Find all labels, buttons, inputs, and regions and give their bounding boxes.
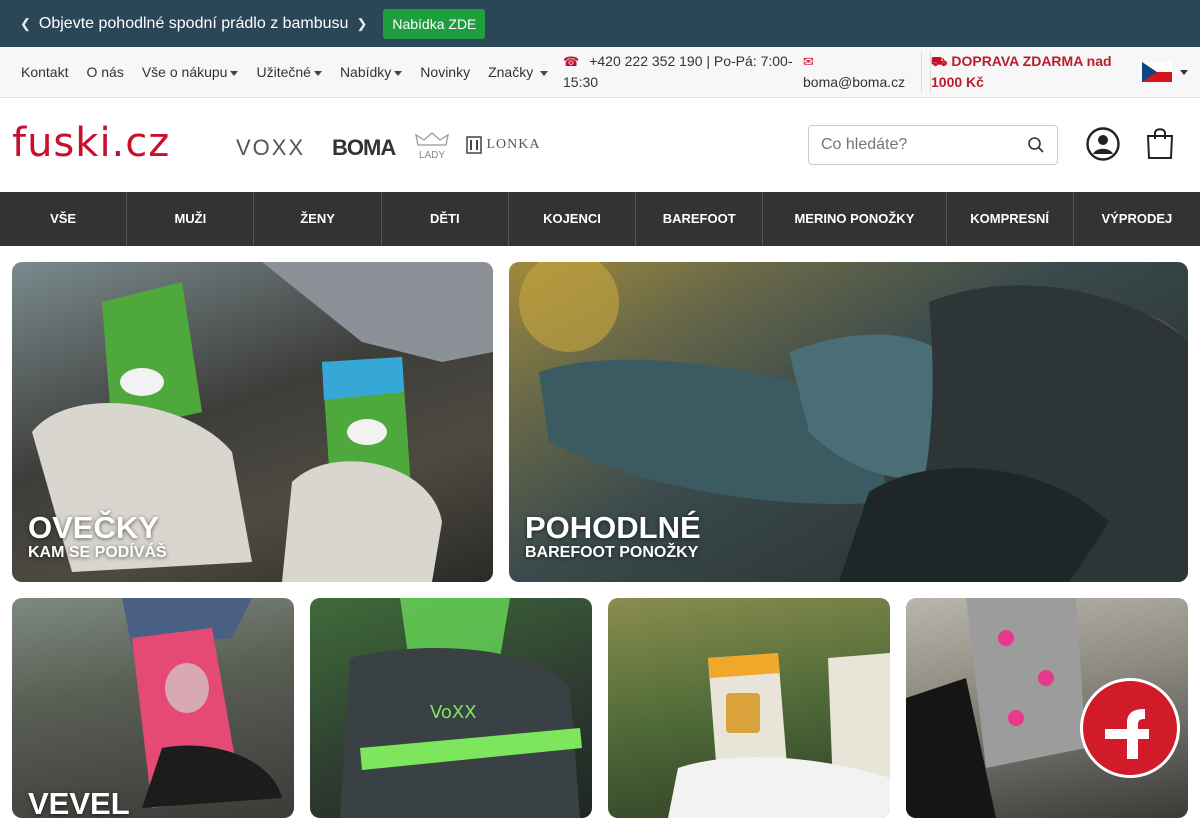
shipping-text: DOPRAVA ZDARMA nad 1000 Kč [931, 53, 1112, 90]
banner-pohodlne-caption: POHODLNÉ BAREFOOT PONOŽKY [525, 512, 701, 562]
nav-nabidky[interactable]: Nabídky [339, 64, 403, 80]
secondary-nav: Kontakt O nás Vše o nákupu Užitečné Nabí… [0, 47, 1200, 98]
announcement-text[interactable]: Objevte pohodlné spodní prádlo z bambusu [39, 15, 349, 33]
category-deti[interactable]: DĚTI [382, 192, 509, 246]
category-muzi[interactable]: MUŽI [127, 192, 255, 246]
banner-small-3[interactable] [608, 598, 890, 818]
email-contact[interactable]: ✉ boma@boma.cz [803, 51, 915, 93]
nav-znacky-label: Značky [488, 64, 534, 80]
search-box [808, 125, 1058, 165]
site-header: fuski.cz VOXX BOMA LADY LONKA [0, 98, 1200, 192]
caret-down-icon [313, 70, 322, 76]
category-vse[interactable]: VŠE [0, 192, 128, 246]
nav-znacky[interactable]: Značky [488, 64, 549, 80]
brand-lady[interactable]: LADY [414, 131, 450, 161]
banner-ovecky-caption: OVEČKY KAM SE PODÍVÁŠ [28, 512, 167, 562]
banner-title: OVEČKY [28, 510, 159, 545]
truck-icon: ⛟ [931, 54, 948, 69]
f-logo-icon [1105, 709, 1149, 759]
category-merino[interactable]: MERINO PONOŽKY [763, 192, 947, 246]
envelope-icon: ✉ [803, 54, 814, 69]
banner-ovecky[interactable]: OVEČKY KAM SE PODÍVÁŠ [12, 262, 493, 582]
crown-icon [415, 132, 449, 146]
banner-small-1-image [122, 598, 282, 808]
caret-down-icon [394, 70, 403, 76]
banner-pohodlne[interactable]: POHODLNÉ BAREFOOT PONOŽKY [509, 262, 1188, 582]
lonka-mark-icon [466, 136, 482, 154]
divider [921, 51, 922, 93]
banner-title: POHODLNÉ [525, 510, 701, 545]
brand-lonka[interactable]: LONKA [466, 136, 541, 154]
banner-small-3-image [668, 653, 890, 818]
brand-voxx[interactable]: VOXX [236, 135, 305, 161]
language-caret-icon[interactable] [1180, 70, 1188, 75]
announcement-bar: ❮ Objevte pohodlné spodní prádlo z bambu… [0, 0, 1200, 47]
phone-text: +420 222 352 190 | Po-Pá: 7:00-15:30 [563, 53, 793, 90]
banner-small-1[interactable]: VEVEL [12, 598, 294, 818]
category-kompresni[interactable]: KOMPRESNÍ [947, 192, 1074, 246]
user-account-icon[interactable] [1086, 127, 1120, 161]
nav-vse-o-nakupu[interactable]: Vše o nákupu [142, 64, 239, 80]
category-vyprodej[interactable]: VÝPRODEJ [1074, 192, 1200, 246]
email-text: boma@boma.cz [803, 74, 906, 90]
nav-vse-o-nakupu-label: Vše o nákupu [141, 64, 228, 80]
chevron-left-icon[interactable]: ❮ [20, 16, 31, 32]
nav-novinky[interactable]: Novinky [420, 64, 470, 80]
voxx-print: VoXX [430, 702, 477, 723]
caret-down-icon [230, 70, 239, 76]
nav-nabidky-label: Nabídky [339, 64, 392, 80]
chevron-right-icon[interactable]: ❯ [356, 16, 367, 32]
free-shipping-notice: ⛟ DOPRAVA ZDARMA nad 1000 Kč [930, 51, 1115, 93]
brand-lady-label: LADY [418, 150, 446, 161]
nav-kontakt[interactable]: Kontakt [21, 64, 68, 80]
nav-uzitecne[interactable]: Užitečné [256, 64, 322, 80]
banner-small-2-image: VoXX [340, 598, 582, 818]
banner-title: VEVEL [28, 786, 130, 818]
chat-widget-button[interactable] [1080, 678, 1180, 778]
banner-small-2[interactable]: VoXX [310, 598, 592, 818]
shopping-bag-icon[interactable] [1145, 126, 1175, 160]
offer-button[interactable]: Nabídka ZDE [383, 8, 486, 39]
category-barefoot[interactable]: BAREFOOT [636, 192, 764, 246]
czech-flag-icon[interactable] [1142, 62, 1172, 82]
brand-lonka-label: LONKA [486, 137, 541, 153]
nav-o-nas[interactable]: O nás [86, 64, 123, 80]
banner-subtitle: BAREFOOT PONOŽKY [525, 544, 699, 561]
category-nav: VŠE MUŽI ŽENY DĚTI KOJENCI BAREFOOT MERI… [0, 192, 1200, 246]
banner-subtitle: KAM SE PODÍVÁŠ [28, 544, 167, 561]
search-icon[interactable] [1027, 136, 1045, 154]
phone-icon: ☎ [563, 54, 580, 69]
phone-contact[interactable]: ☎ +420 222 352 190 | Po-Pá: 7:00-15:30 [563, 51, 795, 93]
brand-boma[interactable]: BOMA [332, 135, 396, 161]
site-logo[interactable]: fuski.cz [12, 120, 170, 166]
search-input[interactable] [809, 126, 1009, 164]
caret-down-icon [540, 70, 549, 76]
category-zeny[interactable]: ŽENY [254, 192, 382, 246]
category-kojenci[interactable]: KOJENCI [509, 192, 637, 246]
banner-small-1-caption: VEVEL [28, 788, 130, 818]
nav-uzitecne-label: Užitečné [256, 64, 311, 80]
